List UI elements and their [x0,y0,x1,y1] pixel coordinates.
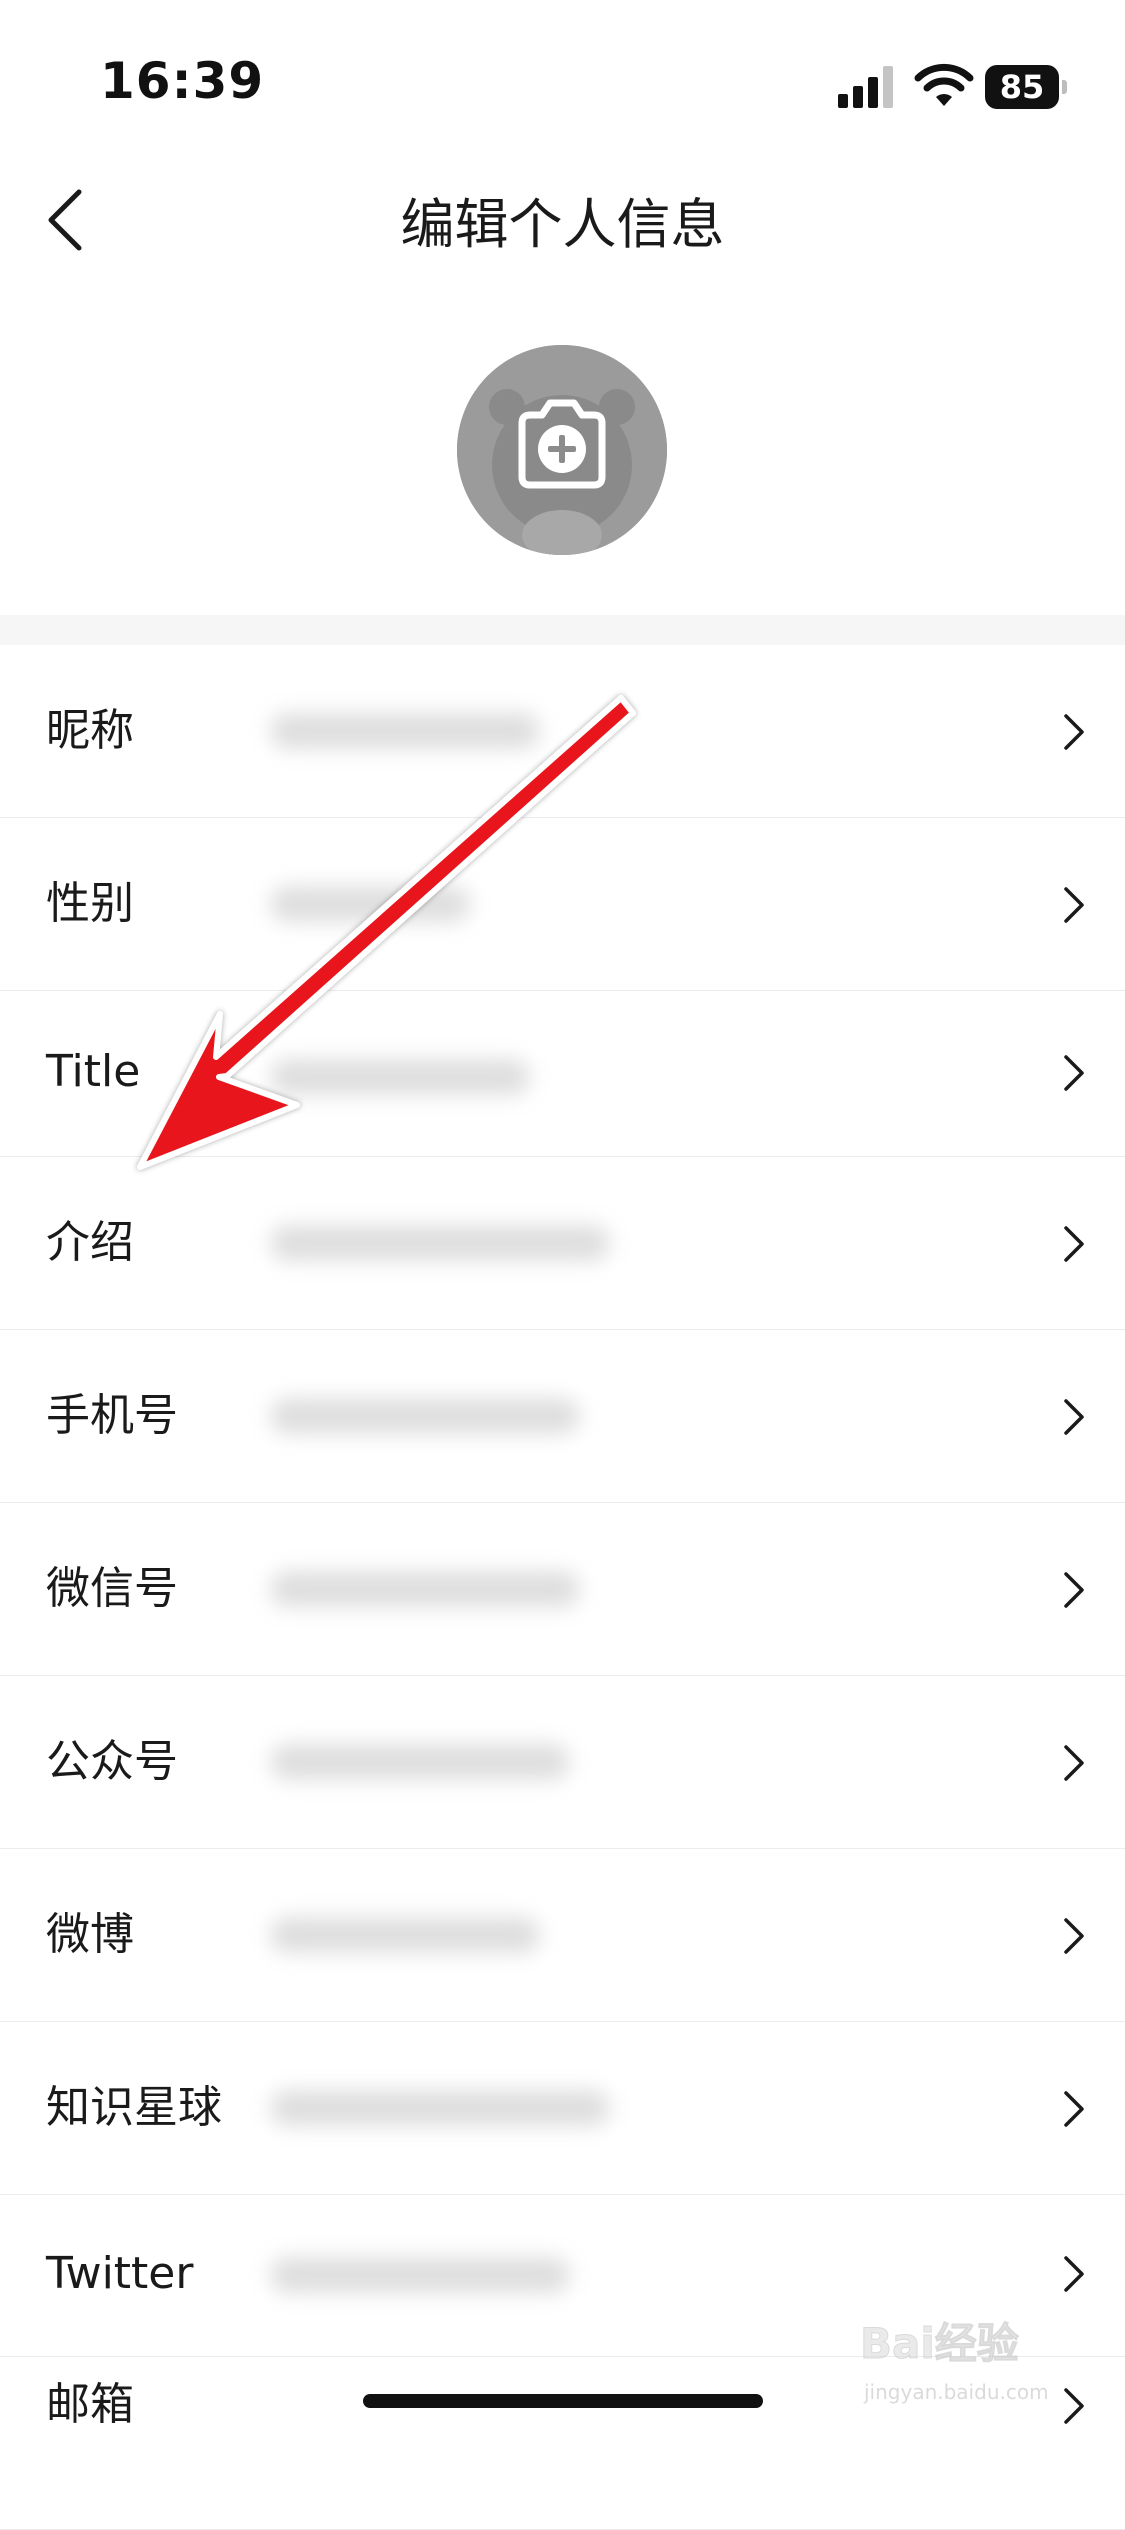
item-label: 手机号 [46,1390,178,1441]
item-value-blurred [270,2257,570,2293]
item-label: 昵称 [46,705,134,756]
list-item-wechat[interactable]: 微信号 [0,1503,1125,1676]
item-label: 微信号 [46,1563,178,1614]
item-value-blurred [270,713,540,749]
baidu-jingyan-watermark: Bai经验 jingyan.baidu.com [860,2310,1100,2420]
item-label: 知识星球 [46,2082,222,2133]
chevron-right-icon [1064,1918,1084,1954]
item-value-blurred [270,2090,610,2126]
item-value-blurred [270,1398,580,1434]
list-item-official-account[interactable]: 公众号 [0,1676,1125,1849]
item-label: Twitter [46,2248,194,2299]
section-divider [0,615,1125,645]
chevron-right-icon [1064,2091,1084,2127]
list-item-intro[interactable]: 介绍 [0,1157,1125,1330]
nav-bar: 编辑个人信息 [0,140,1125,290]
chevron-right-icon [1064,1399,1084,1435]
list-item-knowledge-planet[interactable]: 知识星球 [0,2022,1125,2195]
chevron-right-icon [1064,1055,1084,1091]
chevron-right-icon [1064,1226,1084,1262]
item-value-blurred [270,886,470,922]
chevron-right-icon [1064,1572,1084,1608]
item-label: Title [46,1046,141,1097]
battery-cap [1062,80,1067,94]
list-item-weibo[interactable]: 微博 [0,1849,1125,2022]
item-label: 公众号 [46,1736,178,1787]
watermark-subtext: jingyan.baidu.com [864,2380,1049,2404]
chevron-right-icon [1064,1745,1084,1781]
avatar-section [0,290,1125,615]
list-item-gender[interactable]: 性别 [0,818,1125,991]
item-value-blurred [270,1917,540,1953]
list-item-nickname[interactable]: 昵称 [0,645,1125,818]
watermark-text: Bai经验 [860,2319,1020,2369]
battery-level: 85 [985,65,1059,109]
profile-info-list: 昵称 性别 Title 介绍 手机号 微信号 公众号 微博 知识星球 Twitt… [0,645,1125,2530]
signal-icon [838,66,893,108]
battery-icon: 85 [985,65,1067,109]
item-value-blurred [270,1059,530,1095]
chevron-right-icon [1064,714,1084,750]
page-title: 编辑个人信息 [400,193,725,256]
status-bar: 16:39 85 [0,0,1125,140]
chevron-right-icon [1064,887,1084,923]
chevron-right-icon [1064,2256,1084,2292]
wifi-icon [914,63,974,106]
item-value-blurred [270,1225,610,1261]
item-value-blurred [270,1744,570,1780]
item-label: 性别 [46,878,134,929]
item-label: 邮箱 [46,2379,134,2430]
list-item-phone[interactable]: 手机号 [0,1330,1125,1503]
status-time: 16:39 [100,52,265,110]
home-indicator[interactable] [363,2394,763,2408]
item-label: 介绍 [46,1217,134,1268]
list-item-title[interactable]: Title [0,991,1125,1157]
item-label: 微博 [46,1909,134,1960]
avatar-upload-button[interactable] [457,345,667,555]
camera-plus-icon [518,399,606,489]
item-value-blurred [270,1571,580,1607]
